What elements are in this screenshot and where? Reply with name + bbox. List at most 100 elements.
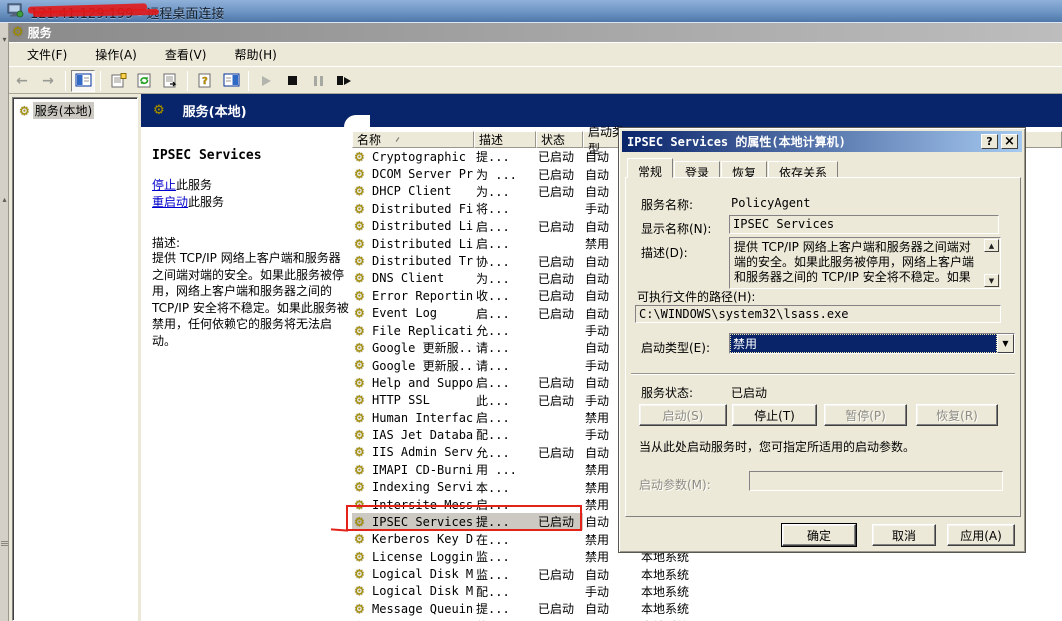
service-description-cell: 启... — [474, 305, 536, 322]
startup-params-field[interactable] — [749, 471, 1003, 491]
dialog-description-field[interactable]: 提供 TCP/IP 网络上客户端和服务器之间端对端的安全。如果此服务被停用，网络… — [729, 237, 1001, 289]
tab-dependencies[interactable]: 依存关系 — [768, 161, 838, 178]
start-service-button[interactable] — [254, 70, 278, 92]
tab-recovery[interactable]: 恢复 — [721, 161, 767, 178]
service-description-cell: 本... — [474, 479, 536, 496]
window-title: 服务 — [28, 24, 52, 41]
stop-icon — [288, 76, 297, 85]
stop-button[interactable]: 停止(T) — [732, 404, 817, 426]
startup-type-combobox[interactable]: 禁用 ▼ — [729, 333, 1015, 354]
tree-item-services-local[interactable]: ⚙ 服务(本地) — [19, 102, 94, 119]
context-help-button[interactable]: ? — [981, 134, 998, 149]
stop-service-button[interactable] — [280, 70, 304, 92]
service-logon-as-cell: 本地系统 — [639, 600, 749, 617]
apply-button[interactable]: 应用(A) — [947, 524, 1015, 546]
service-row[interactable]: ⚙ Logical Disk M... 配... 手动 本地系统 — [352, 583, 1062, 600]
service-description-cell: 在... — [474, 531, 536, 548]
service-gear-icon: ⚙ — [354, 603, 365, 615]
menu-help[interactable]: 帮助(H) — [224, 44, 286, 65]
chevron-down-icon[interactable]: ▾ — [0, 35, 9, 44]
service-name-cell: ⚙ DNS Client — [352, 270, 474, 287]
combo-dropdown-button[interactable]: ▼ — [997, 334, 1014, 353]
service-startup-type-cell: 自动 — [583, 566, 639, 583]
service-status-cell — [536, 583, 583, 600]
banner-title: 服务(本地) — [183, 101, 247, 120]
service-status-label: 服务状态: — [641, 384, 693, 401]
service-status-cell: 已启动 — [536, 444, 583, 461]
menu-file[interactable]: 文件(F) — [17, 44, 77, 65]
service-description-cell: 收... — [474, 287, 536, 304]
restart-service-suffix: 此服务 — [188, 195, 224, 209]
service-gear-icon: ⚙ — [354, 203, 365, 215]
service-description-cell: 请... — [474, 339, 536, 356]
ok-button[interactable]: 确定 — [782, 524, 856, 546]
ipsec-properties-dialog: IPSEC Services 的属性(本地计算机) ? × 常规 登录 恢复 依… — [618, 127, 1026, 553]
services-window-titlebar[interactable]: ⚙ 服务 — [9, 23, 1062, 42]
show-hide-extended-view-button[interactable] — [219, 70, 243, 92]
start-button[interactable]: 启动(S) — [639, 404, 727, 426]
menu-action[interactable]: 操作(A) — [85, 44, 147, 65]
startup-params-hint: 当从此处启动服务时，您可指定所适用的启动参数。 — [639, 438, 1009, 455]
scroll-up-button[interactable]: ▲ — [984, 239, 999, 252]
restart-icon — [337, 76, 351, 85]
export-list-icon — [162, 73, 179, 88]
service-row[interactable]: ⚙ Messenger 传... 禁用 本地系统 — [352, 618, 1062, 621]
display-name-field[interactable]: IPSEC Services — [729, 215, 999, 234]
close-button[interactable]: × — [1001, 134, 1018, 149]
pause-service-button[interactable] — [306, 70, 330, 92]
properties-button[interactable] — [106, 70, 130, 92]
scrollbar-grip[interactable] — [1, 541, 8, 542]
service-gear-icon: ⚙ — [354, 533, 365, 545]
back-button[interactable]: ← — [10, 70, 34, 92]
tab-logon[interactable]: 登录 — [674, 161, 720, 178]
menu-bar: 文件(F) 操作(A) 查看(V) 帮助(H) — [9, 42, 1062, 66]
cancel-button[interactable]: 取消 — [872, 524, 936, 546]
resume-button[interactable]: 恢复(R) — [916, 404, 998, 426]
show-hide-console-tree-button[interactable] — [71, 70, 95, 92]
service-name-cell: ⚙ IMAPI CD-Burni... — [352, 461, 474, 478]
remote-desktop-titlebar[interactable]: 121.41.129.199 - 远程桌面连接 — [0, 0, 1062, 23]
chevron-up-icon[interactable]: ▴ — [0, 195, 9, 204]
selected-service-title: IPSEC Services — [152, 148, 262, 163]
pause-button[interactable]: 暂停(P) — [824, 404, 907, 426]
service-description-cell: 启... — [474, 374, 536, 391]
service-description-cell: 启... — [474, 409, 536, 426]
service-logon-as-cell: 本地系统 — [639, 566, 749, 583]
restart-service-button[interactable] — [332, 70, 356, 92]
refresh-button[interactable] — [132, 70, 156, 92]
play-icon — [262, 76, 271, 86]
service-status-cell — [536, 200, 583, 217]
service-name-cell: ⚙ Message Queuing — [352, 600, 474, 617]
column-header-status[interactable]: 状态 — [536, 131, 583, 148]
service-status-cell — [536, 461, 583, 478]
stop-service-link[interactable]: 停止 — [152, 178, 176, 192]
service-row[interactable]: ⚙ Message Queuing 提... 已启动 自动 本地系统 — [352, 600, 1062, 617]
help-button[interactable]: ? — [193, 70, 217, 92]
menu-view[interactable]: 查看(V) — [155, 44, 217, 65]
service-status-cell — [536, 409, 583, 426]
executable-path-field[interactable]: C:\WINDOWS\system32\lsass.exe — [635, 305, 1001, 323]
dialog-titlebar[interactable]: IPSEC Services 的属性(本地计算机) ? × — [622, 131, 1022, 152]
scroll-down-button[interactable]: ▼ — [984, 274, 999, 287]
service-description-cell: 监... — [474, 548, 536, 565]
column-header-description[interactable]: 描述 — [474, 131, 536, 148]
service-gear-icon: ⚙ — [354, 290, 365, 302]
service-status-cell: 已启动 — [536, 566, 583, 583]
export-list-button[interactable] — [158, 70, 182, 92]
column-label: 状态 — [541, 131, 565, 148]
extended-view-icon — [223, 73, 240, 88]
service-status-cell: 已启动 — [536, 287, 583, 304]
startup-params-label: 启动参数(M): — [639, 476, 711, 493]
column-header-name[interactable]: 名称 — [352, 131, 474, 148]
tab-general[interactable]: 常规 — [627, 158, 673, 178]
executable-path-label: 可执行文件的路径(H): — [637, 288, 755, 305]
service-status-cell — [536, 322, 583, 339]
service-name-cell: ⚙ Distributed Tr... — [352, 253, 474, 270]
forward-button[interactable]: → — [36, 70, 60, 92]
restart-service-link[interactable]: 重启动 — [152, 195, 188, 209]
service-row[interactable]: ⚙ Logical Disk M... 监... 已启动 自动 本地系统 — [352, 565, 1062, 582]
service-name-cell: ⚙ HTTP SSL — [352, 392, 474, 409]
service-logon-as-cell: 本地系统 — [639, 583, 749, 600]
service-gear-icon: ⚙ — [354, 255, 365, 267]
toolbar-separator — [187, 71, 188, 91]
